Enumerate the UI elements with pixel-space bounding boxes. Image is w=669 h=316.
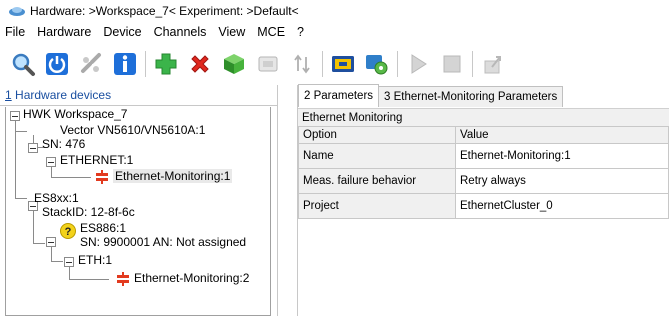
toolbar-separator bbox=[472, 51, 473, 77]
tree-item-label: Vector VN5610/VN5610A:1 bbox=[60, 123, 206, 137]
column-header-value: Value bbox=[455, 126, 669, 144]
delete-icon bbox=[191, 55, 209, 73]
table-row[interactable]: Meas. failure behavior Retry always bbox=[298, 168, 669, 194]
sort-button[interactable] bbox=[285, 47, 319, 81]
settings-icon bbox=[366, 55, 388, 75]
pane-splitter[interactable] bbox=[277, 85, 298, 316]
title-bar: Hardware: >Workspace_7< Experiment: >Def… bbox=[0, 0, 669, 22]
tree-item-label: ES8xx:1 bbox=[34, 191, 79, 205]
tree-line bbox=[51, 247, 52, 261]
tree-line bbox=[69, 267, 70, 279]
parameters-table: Option Value Name Ethernet-Monitoring:1 … bbox=[298, 126, 669, 219]
option-cell: Name bbox=[298, 143, 456, 169]
export-button[interactable] bbox=[476, 47, 510, 81]
tree-line bbox=[51, 261, 63, 262]
tree-line bbox=[69, 279, 109, 280]
sort-icon bbox=[294, 54, 310, 74]
collapse-icon[interactable] bbox=[28, 143, 38, 153]
toolbar-separator bbox=[145, 51, 146, 77]
board-icon bbox=[332, 56, 354, 72]
tree-line bbox=[51, 177, 91, 178]
value-cell[interactable]: EthernetCluster_0 bbox=[455, 193, 669, 219]
info-icon bbox=[114, 53, 136, 75]
window-title: Hardware: >Workspace_7< Experiment: >Def… bbox=[30, 4, 299, 18]
tree-item-label: SN: 476 bbox=[42, 137, 86, 151]
disconnect-button[interactable] bbox=[74, 47, 108, 81]
collapse-icon[interactable] bbox=[46, 237, 56, 247]
panel-header-number: 1 bbox=[5, 88, 12, 102]
table-header-row: Option Value bbox=[298, 126, 669, 144]
device-button[interactable] bbox=[251, 47, 285, 81]
panel-header-label: Hardware devices bbox=[15, 88, 112, 102]
menu-help[interactable]: ? bbox=[291, 25, 310, 39]
cube-button[interactable] bbox=[217, 47, 251, 81]
tree-item-label: SN: 9900001 AN: Not assigned bbox=[80, 235, 247, 249]
add-icon bbox=[155, 53, 177, 75]
section-header: Ethernet Monitoring bbox=[298, 108, 669, 127]
tab-parameters[interactable]: 2 Parameters bbox=[298, 84, 380, 107]
tree-item-label: ES886:1 bbox=[80, 221, 127, 235]
tree-item-label: HWK Workspace_7 bbox=[23, 107, 128, 121]
toolbar-separator bbox=[397, 51, 398, 77]
device-tree: HWK Workspace_7 Vector VN5610/VN5610A:1 … bbox=[5, 107, 271, 316]
collapse-icon[interactable] bbox=[64, 257, 74, 267]
table-row[interactable]: Name Ethernet-Monitoring:1 bbox=[298, 143, 669, 169]
table-row[interactable]: Project EthernetCluster_0 bbox=[298, 193, 669, 219]
option-cell: Project bbox=[298, 193, 456, 219]
delete-button[interactable] bbox=[183, 47, 217, 81]
toolbar bbox=[0, 44, 669, 84]
stop-button[interactable] bbox=[435, 47, 469, 81]
menu-view[interactable]: View bbox=[212, 25, 251, 39]
option-cell: Meas. failure behavior bbox=[298, 168, 456, 194]
tree-item-label: ETHERNET:1 bbox=[60, 153, 134, 167]
settings-button[interactable] bbox=[360, 47, 394, 81]
cube-icon bbox=[224, 54, 244, 74]
panel-header: 1 Hardware devices bbox=[0, 85, 277, 106]
add-button[interactable] bbox=[149, 47, 183, 81]
menu-hardware[interactable]: Hardware bbox=[31, 25, 97, 39]
warning-question-icon: ? bbox=[60, 223, 76, 242]
toolbar-separator bbox=[322, 51, 323, 77]
tree-item-label: StackID: 12-8f-6c bbox=[42, 205, 135, 219]
menu-device[interactable]: Device bbox=[97, 25, 147, 39]
ethernet-channel-icon bbox=[116, 272, 130, 289]
device-icon bbox=[258, 56, 278, 72]
tree-line bbox=[33, 243, 45, 244]
search-button[interactable] bbox=[6, 47, 40, 81]
play-button[interactable] bbox=[401, 47, 435, 81]
column-header-option: Option bbox=[298, 126, 456, 144]
tab-ethernet-monitoring-parameters[interactable]: 3 Ethernet-Monitoring Parameters bbox=[378, 86, 564, 107]
svg-text:?: ? bbox=[65, 226, 72, 238]
collapse-icon[interactable] bbox=[46, 157, 56, 167]
export-icon bbox=[484, 56, 501, 74]
value-cell[interactable]: Ethernet-Monitoring:1 bbox=[455, 143, 669, 169]
power-button[interactable] bbox=[40, 47, 74, 81]
parameters-panel: 2 Parameters 3 Ethernet-Monitoring Param… bbox=[298, 84, 669, 316]
tab-bar: 2 Parameters 3 Ethernet-Monitoring Param… bbox=[298, 84, 564, 107]
collapse-icon[interactable] bbox=[10, 111, 20, 121]
menu-bar: File Hardware Device Channels View MCE ? bbox=[0, 22, 669, 42]
menu-channels[interactable]: Channels bbox=[148, 25, 213, 39]
tree-item-label: Ethernet-Monitoring:1 bbox=[113, 169, 233, 183]
hardware-devices-panel: 1 Hardware devices HWK Workspace_7 Vecto… bbox=[0, 85, 277, 316]
ethernet-channel-icon bbox=[95, 170, 109, 187]
info-button[interactable] bbox=[108, 47, 142, 81]
tree-line bbox=[15, 198, 27, 199]
power-icon bbox=[46, 53, 68, 75]
search-icon bbox=[12, 53, 35, 76]
board-button[interactable] bbox=[326, 47, 360, 81]
app-logo-icon bbox=[8, 5, 26, 17]
stop-icon bbox=[443, 55, 461, 73]
disconnect-icon bbox=[81, 53, 101, 73]
menu-mce[interactable]: MCE bbox=[251, 25, 291, 39]
tree-line bbox=[15, 131, 27, 132]
tree-item-label: Ethernet-Monitoring:2 bbox=[134, 271, 250, 285]
play-icon bbox=[411, 54, 427, 74]
value-cell[interactable]: Retry always bbox=[455, 168, 669, 194]
menu-file[interactable]: File bbox=[0, 25, 31, 39]
tree-item-label: ETH:1 bbox=[78, 253, 113, 267]
